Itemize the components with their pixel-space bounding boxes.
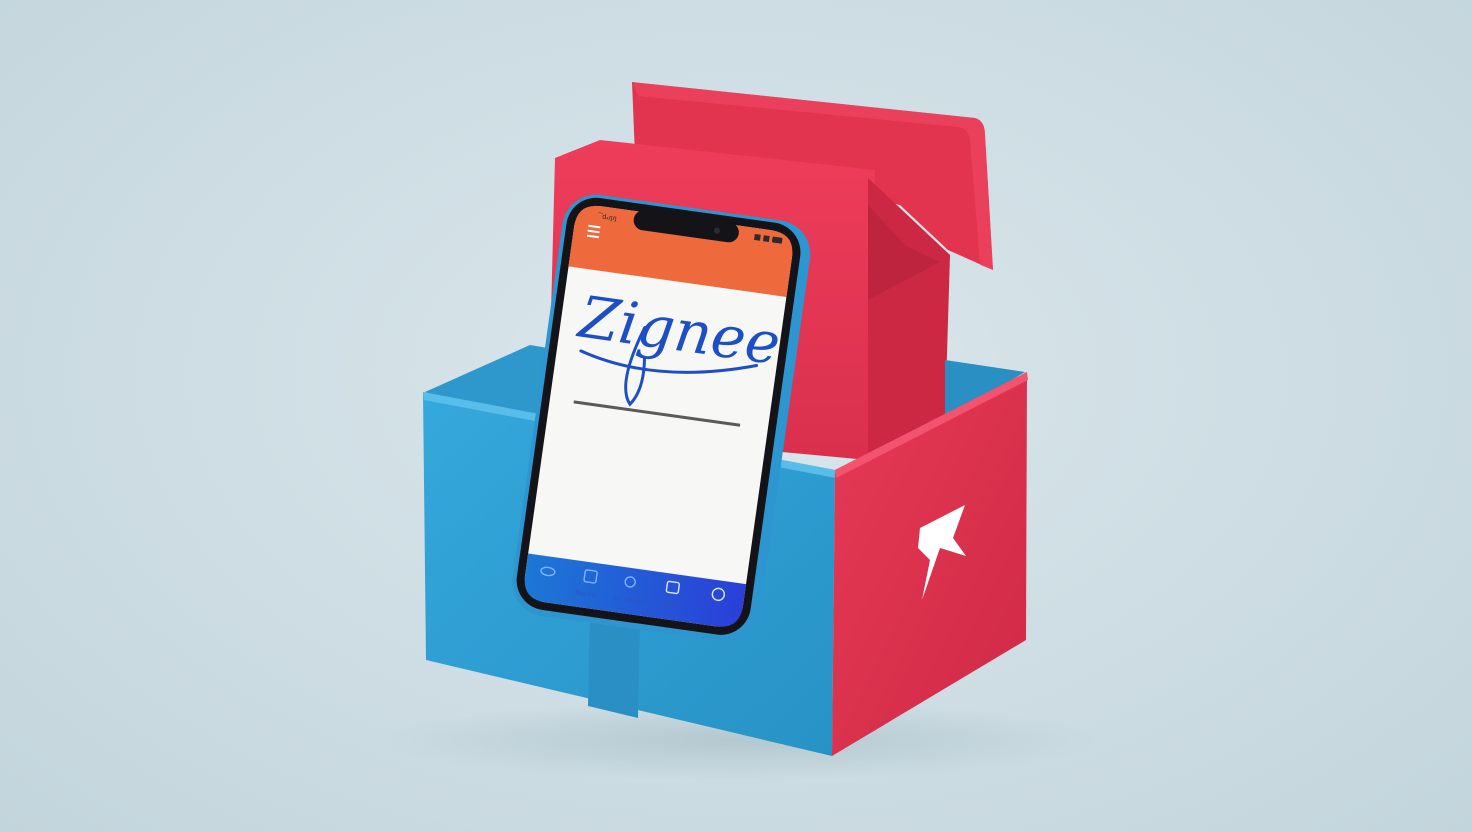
menu-icon[interactable] (586, 224, 601, 239)
product-scene: ‾‾ԃԓԓ Zignee Bauthit Ae aiesdes Calondbe (380, 82, 1100, 780)
